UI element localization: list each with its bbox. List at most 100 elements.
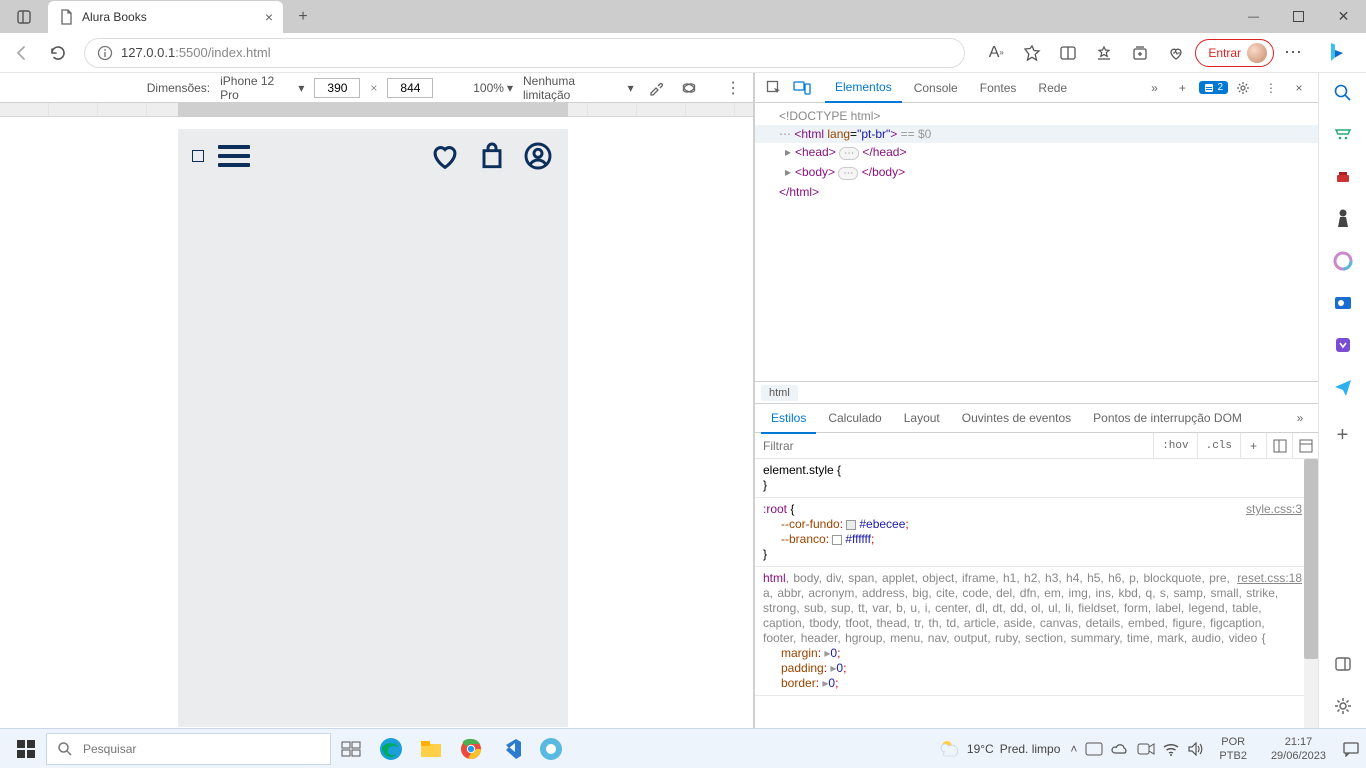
tab-console[interactable]: Console xyxy=(904,73,968,103)
tab-dom-breakpoints[interactable]: Pontos de interrupção DOM xyxy=(1083,403,1252,433)
tab-layout[interactable]: Layout xyxy=(894,403,950,433)
zoom-select[interactable]: 100% ▾ xyxy=(473,81,513,95)
device-toggle-icon[interactable] xyxy=(789,75,815,101)
favorite-icon[interactable] xyxy=(1015,38,1049,68)
profile-icon[interactable] xyxy=(522,140,554,172)
task-view-icon[interactable] xyxy=(331,729,371,768)
browser-tab[interactable]: Alura Books × xyxy=(48,1,283,33)
tab-computed[interactable]: Calculado xyxy=(818,403,891,433)
taskbar-search[interactable]: Pesquisar xyxy=(46,733,331,765)
edge-drop-icon[interactable] xyxy=(1331,333,1355,357)
start-button[interactable] xyxy=(6,729,46,768)
tab-elements[interactable]: Elementos xyxy=(825,73,902,103)
head-node[interactable]: ▸<head> ⋯ </head> xyxy=(755,143,1318,163)
add-sidebar-icon[interactable]: + xyxy=(1331,423,1355,447)
notifications-icon[interactable] xyxy=(1342,741,1360,757)
refresh-button[interactable] xyxy=(42,37,74,69)
rule-root[interactable]: style.css:3 :root { --cor-fundo: #ebecee… xyxy=(755,498,1318,567)
hov-toggle[interactable]: :hov xyxy=(1153,433,1196,459)
browser-health-icon[interactable] xyxy=(1159,38,1193,68)
new-rule-icon[interactable]: + xyxy=(1240,433,1266,459)
source-link[interactable]: style.css:3 xyxy=(1246,502,1302,517)
tab-listeners[interactable]: Ouvintes de eventos xyxy=(952,403,1081,433)
clock[interactable]: 21:1729/06/2023 xyxy=(1271,735,1326,763)
eyedropper-icon[interactable] xyxy=(644,76,668,100)
html-node[interactable]: ⋯ <html lang="pt-br"> == $0 xyxy=(755,125,1318,143)
rule-element-style[interactable]: element.style { } xyxy=(755,459,1318,498)
tools-icon[interactable] xyxy=(1331,165,1355,189)
settings-icon[interactable] xyxy=(1230,75,1256,101)
tab-actions-button[interactable] xyxy=(0,0,48,33)
signin-button[interactable]: Entrar xyxy=(1195,39,1274,67)
search-icon[interactable] xyxy=(1331,81,1355,105)
vscode-taskbar-icon[interactable] xyxy=(491,729,531,768)
games-icon[interactable] xyxy=(1331,207,1355,231)
throttle-select[interactable]: Nenhuma limitação ▾ xyxy=(523,74,634,102)
maximize-button[interactable] xyxy=(1276,0,1321,33)
more-menu-button[interactable]: ⋯ xyxy=(1276,42,1310,63)
shopping-icon[interactable] xyxy=(1331,123,1355,147)
wifi-icon[interactable] xyxy=(1163,742,1179,756)
m365-icon[interactable] xyxy=(1331,249,1355,273)
tab-sources[interactable]: Fontes xyxy=(970,73,1027,103)
chrome-taskbar-icon[interactable] xyxy=(451,729,491,768)
outlook-icon[interactable] xyxy=(1331,291,1355,315)
width-input[interactable] xyxy=(314,78,360,98)
minimize-button[interactable]: — xyxy=(1231,0,1276,33)
bag-icon[interactable] xyxy=(476,140,508,172)
hide-sidebar-icon[interactable] xyxy=(1331,652,1355,676)
site-info-icon[interactable] xyxy=(97,45,113,61)
close-devtools-icon[interactable]: × xyxy=(1286,75,1312,101)
tab-network[interactable]: Rede xyxy=(1028,73,1077,103)
body-node[interactable]: ▸<body> ⋯ </body> xyxy=(755,163,1318,183)
dom-tree[interactable]: <!DOCTYPE html> ⋯ <html lang="pt-br"> ==… xyxy=(755,103,1318,381)
keyboard-icon[interactable] xyxy=(1085,742,1103,756)
more-styles-tabs-icon[interactable]: » xyxy=(1288,411,1312,425)
weather-widget[interactable]: 19°C Pred. limpo xyxy=(939,738,1061,760)
close-tab-icon[interactable]: × xyxy=(265,9,273,25)
favorites-bar-icon[interactable] xyxy=(1087,38,1121,68)
new-tab-button[interactable]: + xyxy=(289,3,317,31)
rule-reset[interactable]: reset.css:18 html, body, div, span, appl… xyxy=(755,567,1318,696)
gear-icon[interactable] xyxy=(1331,694,1355,718)
tab-styles[interactable]: Estilos xyxy=(761,404,816,434)
hamburger-icon[interactable] xyxy=(218,145,250,167)
css-rules[interactable]: element.style { } style.css:3 :root { --… xyxy=(755,459,1318,728)
styles-filter-input[interactable] xyxy=(755,434,1153,458)
rendering-icon[interactable] xyxy=(1292,433,1318,459)
language-indicator[interactable]: PORPTB2 xyxy=(1219,735,1247,763)
bing-sidebar-icon[interactable] xyxy=(1312,33,1360,73)
cls-toggle[interactable]: .cls xyxy=(1197,433,1240,459)
computed-sidebar-icon[interactable] xyxy=(1266,433,1292,459)
breadcrumb[interactable]: html xyxy=(755,381,1318,403)
onedrive-icon[interactable] xyxy=(1111,743,1129,755)
tray-chevron-icon[interactable]: ˄ xyxy=(1070,742,1077,756)
height-input[interactable] xyxy=(387,78,433,98)
signin-label: Entrar xyxy=(1208,46,1241,60)
inspect-icon[interactable] xyxy=(761,75,787,101)
device-select[interactable]: iPhone 12 Pro ▾ xyxy=(220,74,304,102)
explorer-taskbar-icon[interactable] xyxy=(411,729,451,768)
more-tabs-icon[interactable]: » xyxy=(1141,75,1167,101)
send-icon[interactable] xyxy=(1331,375,1355,399)
close-window-button[interactable]: ✕ xyxy=(1321,0,1366,33)
rotate-icon[interactable] xyxy=(677,76,701,100)
checkbox[interactable] xyxy=(192,150,204,162)
volume-icon[interactable] xyxy=(1187,742,1203,756)
edge-taskbar-icon[interactable] xyxy=(371,729,411,768)
system-tray[interactable]: ˄ PORPTB2 21:1729/06/2023 xyxy=(1070,735,1360,763)
heart-icon[interactable] xyxy=(428,139,462,173)
url-field[interactable]: 127.0.0.1:5500/index.html xyxy=(84,38,965,68)
devtools-more-icon[interactable]: ⋮ xyxy=(1258,75,1284,101)
split-screen-icon[interactable] xyxy=(1051,38,1085,68)
device-more-button[interactable]: ⋮ xyxy=(721,76,745,100)
collections-icon[interactable] xyxy=(1123,38,1157,68)
scrollbar-thumb[interactable] xyxy=(1304,459,1318,659)
read-aloud-icon[interactable]: A» xyxy=(979,38,1013,68)
new-style-icon[interactable]: + xyxy=(1169,75,1195,101)
meet-now-icon[interactable] xyxy=(1137,742,1155,756)
issues-badge[interactable]: 2 xyxy=(1199,81,1228,94)
back-button[interactable] xyxy=(6,37,38,69)
edge-dev-taskbar-icon[interactable] xyxy=(531,729,571,768)
source-link[interactable]: reset.css:18 xyxy=(1237,571,1302,586)
